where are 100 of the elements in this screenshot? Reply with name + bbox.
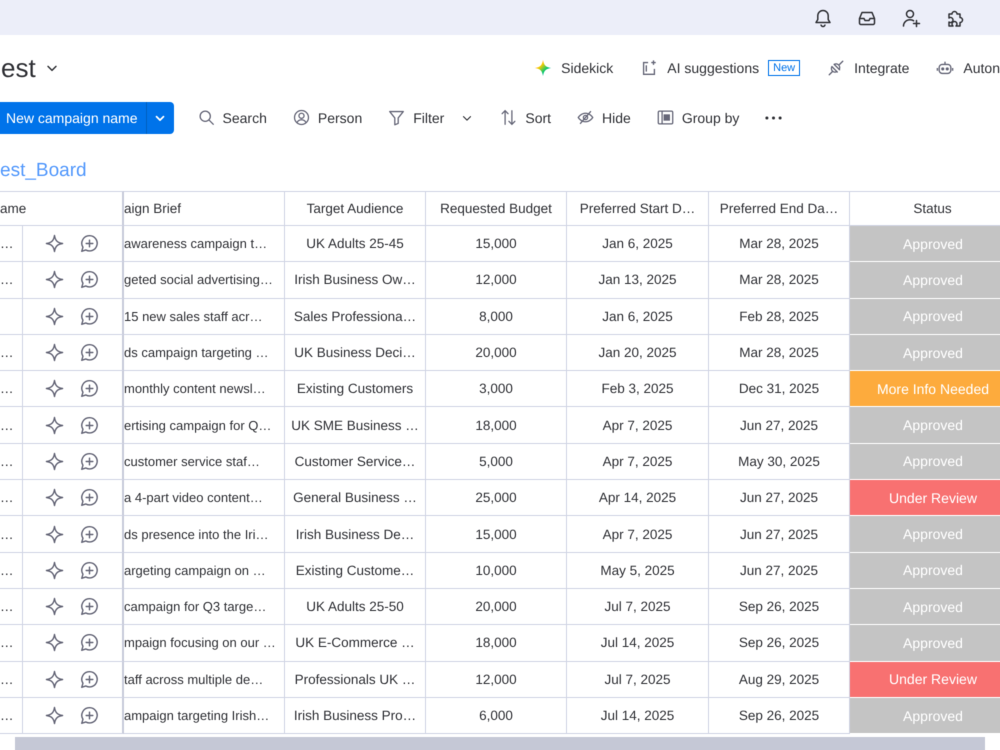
table-cell: taff across multiple de… bbox=[124, 662, 285, 698]
new-item-button[interactable]: New campaign name bbox=[0, 102, 146, 134]
sparkle-icon[interactable] bbox=[45, 306, 64, 326]
status-label[interactable]: Approved bbox=[850, 262, 1000, 299]
chat-plus-icon[interactable] bbox=[80, 452, 99, 471]
table-cell: geted social advertising… bbox=[124, 262, 285, 299]
sparkle-icon[interactable] bbox=[45, 379, 64, 398]
table-cell: mpaign focusing on our … bbox=[124, 625, 285, 662]
sparkle-icon[interactable] bbox=[45, 488, 64, 508]
hide-button[interactable]: Hide bbox=[577, 109, 631, 126]
status-label[interactable]: More Info Needed bbox=[850, 371, 1000, 408]
filter-button[interactable]: Filter bbox=[388, 109, 474, 126]
button-label: Auton bbox=[963, 60, 1000, 76]
sparkle-icon[interactable] bbox=[45, 560, 64, 580]
button-label: Sort bbox=[525, 110, 552, 126]
sparkle-icon[interactable] bbox=[45, 524, 64, 544]
table-cell: … bbox=[0, 262, 23, 299]
table-cell: May 5, 2025 bbox=[567, 552, 709, 589]
table-cell: … bbox=[0, 625, 23, 662]
sparkle-icon[interactable] bbox=[45, 234, 64, 254]
chat-plus-icon[interactable] bbox=[80, 343, 99, 362]
table-cell: … bbox=[0, 334, 23, 372]
table-cell: Irish Business De… bbox=[285, 516, 426, 553]
table-cell: … bbox=[0, 698, 23, 734]
table-cell: Jul 7, 2025 bbox=[567, 588, 709, 626]
table-cell: 20,000 bbox=[426, 334, 567, 372]
status-label[interactable]: Approved bbox=[850, 334, 1000, 372]
table-cell: 15,000 bbox=[426, 516, 567, 553]
status-label[interactable]: Under Review bbox=[850, 662, 1000, 698]
sidekick-button[interactable]: Sidekick bbox=[534, 59, 614, 77]
table-cell: … bbox=[0, 226, 23, 262]
status-label[interactable]: Approved bbox=[850, 588, 1000, 626]
chat-plus-icon[interactable] bbox=[80, 633, 99, 652]
chat-plus-icon[interactable] bbox=[80, 379, 99, 398]
automations-button[interactable]: Auton bbox=[936, 59, 1000, 77]
status-label[interactable]: Approved bbox=[850, 226, 1000, 262]
status-label[interactable]: Approved bbox=[850, 552, 1000, 589]
group-by-button[interactable]: Group by bbox=[656, 109, 740, 126]
table-cell: Feb 3, 2025 bbox=[567, 371, 709, 408]
button-label: AI suggestions bbox=[667, 60, 760, 76]
sparkle-icon[interactable] bbox=[45, 343, 64, 362]
status-label[interactable]: Approved bbox=[850, 698, 1000, 734]
table-cell: customer service staf… bbox=[124, 444, 285, 480]
sparkle-icon[interactable] bbox=[45, 416, 64, 435]
status-label[interactable]: Approved bbox=[850, 298, 1000, 335]
sparkle-icon[interactable] bbox=[45, 452, 64, 471]
status-label[interactable]: Approved bbox=[850, 516, 1000, 553]
table-cell: ds campaign targeting … bbox=[124, 334, 285, 372]
chat-plus-icon[interactable] bbox=[80, 306, 99, 326]
invite-person-icon[interactable] bbox=[901, 8, 921, 28]
notifications-bell-icon[interactable] bbox=[813, 8, 833, 28]
sparkle-icon[interactable] bbox=[45, 597, 64, 616]
table-cell: Customer Service… bbox=[285, 444, 426, 480]
search-button[interactable]: Search bbox=[198, 109, 267, 126]
table-cell: … bbox=[0, 588, 23, 626]
new-item-dropdown-button[interactable] bbox=[146, 102, 174, 134]
table-cell: argeting campaign on … bbox=[124, 552, 285, 589]
sparkle-icon[interactable] bbox=[45, 270, 64, 290]
status-label[interactable]: Approved bbox=[850, 444, 1000, 480]
table-cell: 10,000 bbox=[426, 552, 567, 589]
search-icon bbox=[198, 109, 215, 126]
table-cell: Jan 6, 2025 bbox=[567, 226, 709, 262]
chat-plus-icon[interactable] bbox=[80, 597, 99, 616]
chat-plus-icon[interactable] bbox=[80, 560, 99, 580]
table-cell: Jan 20, 2025 bbox=[567, 334, 709, 372]
ai-suggestions-button[interactable]: AI suggestions New bbox=[640, 59, 800, 77]
status-label[interactable]: Under Review bbox=[850, 480, 1000, 516]
more-icon[interactable] bbox=[765, 116, 782, 120]
table-cell: … bbox=[0, 371, 23, 408]
chat-plus-icon[interactable] bbox=[80, 706, 99, 725]
chat-plus-icon[interactable] bbox=[80, 670, 99, 689]
sort-button[interactable]: Sort bbox=[500, 109, 552, 126]
status-label[interactable]: Approved bbox=[850, 625, 1000, 662]
sparkle-icon bbox=[534, 59, 552, 77]
table-cell: ds presence into the Iri… bbox=[124, 516, 285, 553]
table-cell: Sales Professiona… bbox=[285, 298, 426, 335]
column-header: aign Brief bbox=[124, 191, 285, 226]
table-cell: 25,000 bbox=[426, 480, 567, 516]
integrate-button[interactable]: Integrate bbox=[827, 59, 910, 77]
table-cell: 12,000 bbox=[426, 262, 567, 299]
sparkle-icon[interactable] bbox=[45, 670, 64, 689]
person-filter-button[interactable]: Person bbox=[292, 109, 362, 126]
chat-plus-icon[interactable] bbox=[80, 234, 99, 254]
chat-plus-icon[interactable] bbox=[80, 524, 99, 544]
chat-plus-icon[interactable] bbox=[80, 270, 99, 290]
chat-plus-icon[interactable] bbox=[80, 416, 99, 435]
column-header: Preferred Start D… bbox=[567, 191, 709, 226]
horizontal-scrollbar[interactable] bbox=[15, 737, 985, 750]
sparkle-icon[interactable] bbox=[45, 633, 64, 652]
table-cell: 18,000 bbox=[426, 407, 567, 444]
plug-icon bbox=[827, 59, 846, 77]
board-title-button[interactable]: est bbox=[0, 52, 60, 84]
chat-plus-icon[interactable] bbox=[80, 488, 99, 508]
table-cell: UK Adults 25-45 bbox=[285, 226, 426, 262]
table-cell: UK Adults 25-50 bbox=[285, 588, 426, 626]
table-cell: General Business … bbox=[285, 480, 426, 516]
status-label[interactable]: Approved bbox=[850, 407, 1000, 444]
column-header: Preferred End Da… bbox=[709, 191, 850, 226]
sparkle-icon[interactable] bbox=[45, 706, 64, 725]
table-cell: Apr 14, 2025 bbox=[567, 480, 709, 516]
